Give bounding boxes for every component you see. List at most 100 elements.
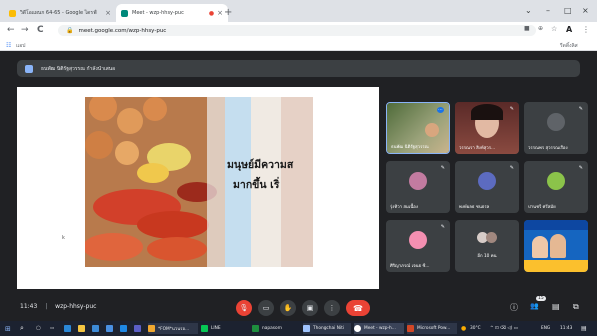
tab-meet[interactable]: Meet - wzp-hhsy-puc ● × <box>116 4 228 22</box>
participant-tile[interactable]: ✎ รุ่งทิวา สมเนื้อง <box>386 161 450 213</box>
apps-grid-icon[interactable]: ☷ <box>6 42 11 49</box>
camera-in-use-icon[interactable]: ■ <box>524 25 530 32</box>
tab-title: Meet - wzp-hhsy-puc <box>132 10 184 16</box>
banner-footer <box>524 260 588 272</box>
cortana-icon[interactable]: ◯ <box>36 323 41 334</box>
more-options-button[interactable]: ⋮ <box>324 300 340 316</box>
slide-line-2: มากขึ้น เริ่ <box>233 179 280 191</box>
chrome-icon <box>354 325 361 332</box>
meeting-info: 11:43 | wzp-hhsy-puc <box>20 303 96 310</box>
mic-off-icon: 🎙 <box>239 304 249 312</box>
minimize-button[interactable]: – <box>546 6 550 15</box>
participant-tile[interactable]: ✎ วรรณรา สิงห์สุวร... <box>455 102 519 154</box>
mic-off-icon: ✎ <box>509 106 514 112</box>
participant-tile[interactable]: ✎ ศิริญาภรณ์ เจนธ ซี... <box>386 220 450 272</box>
apps-label[interactable]: แอป <box>16 42 25 50</box>
weather-icon[interactable]: ● <box>461 323 466 334</box>
mic-off-icon: ✎ <box>509 165 514 171</box>
edge-icon[interactable] <box>64 323 74 334</box>
mic-off-icon: ✎ <box>440 165 445 171</box>
participant-face <box>532 236 548 258</box>
presented-slide: มนุษย์มีความส มากขึ้น เริ่ k <box>17 87 379 289</box>
participant-name: ปานชรี ศรีสมัย <box>528 205 556 210</box>
photos-icon[interactable] <box>120 323 130 334</box>
meeting-time: 11:43 <box>20 303 38 310</box>
new-tab-button[interactable]: + <box>224 7 232 18</box>
folder-icon <box>148 325 155 332</box>
windows-taskbar: ⊞ ⌕ ◯ ▭ *FOM*นวนรอ... LINE napasorn Thon… <box>0 321 597 336</box>
participant-name: พงษ์ผลธ ชนธรล <box>459 205 490 210</box>
taskbar-item[interactable]: Meet - wzp-h... <box>354 323 404 334</box>
recording-dot-icon: ● <box>208 9 215 17</box>
participant-tile[interactable]: ✎ ปานชรี ศรีสมัย <box>524 161 588 213</box>
participant-tile[interactable]: ✎ วรรณพร สุวรรณเรือง <box>524 102 588 154</box>
raise-hand-button[interactable]: ✋ <box>280 300 296 316</box>
system-tray-icons[interactable]: ^ ⊡ ⌫ ◁) ▭ <box>490 323 518 334</box>
chat-icon[interactable]: ▤ <box>552 302 560 311</box>
present-button[interactable]: ▣ <box>302 300 318 316</box>
store-icon[interactable] <box>92 323 102 334</box>
camera-toggle-button[interactable]: ▭ <box>258 300 274 316</box>
address-bar[interactable]: 🔒 meet.google.com/wzp-hhsy-puc <box>58 25 536 36</box>
close-window-button[interactable]: × <box>582 6 589 15</box>
tab-google-drive[interactable]: วิดีโอแผนก 64-65 - Google ไดรฟ์ × <box>4 4 116 22</box>
bookmark-star-icon[interactable]: ☆ <box>551 25 557 33</box>
hand-icon: ✋ <box>283 304 293 312</box>
back-button[interactable]: ← <box>7 25 15 35</box>
activities-icon[interactable]: ⧉ <box>573 302 579 312</box>
taskbar-item-label: *FOM*นวนรอ... <box>158 327 190 332</box>
notification-icon[interactable]: ▤ <box>581 323 587 334</box>
explorer-icon[interactable] <box>78 323 88 334</box>
participant-tile[interactable]: ⋯ ธนพัฒ นิติรัฐสุวรรณ <box>386 102 450 154</box>
taskbar-item[interactable]: *FOM*นวนรอ... <box>148 323 198 334</box>
end-call-button[interactable]: ☎ <box>346 300 370 316</box>
taskbar-item[interactable]: LINE <box>201 323 249 334</box>
search-icon[interactable]: ⌕ <box>20 323 24 334</box>
bookmarks-bar: ☷ แอป รีดดิ้งลิส <box>0 39 597 51</box>
reload-button[interactable]: C <box>37 25 44 35</box>
language-indicator[interactable]: ENG <box>541 323 550 334</box>
more-count-label: อีก 10 คน <box>477 254 497 259</box>
meet-stage: ธนพัฒ นิติรัฐสุวรรณ กำลังนำเสนอ มนุษย์มี… <box>0 51 597 321</box>
start-button[interactable]: ⊞ <box>5 323 11 334</box>
participant-tile[interactable]: ✎ พงษ์ผลธ ชนธรล <box>455 161 519 213</box>
forward-button[interactable]: → <box>21 25 29 35</box>
mail-icon[interactable] <box>106 323 116 334</box>
presenter-text: ธนพัฒ นิติรัฐสุวรรณ กำลังนำเสนอ <box>41 65 116 72</box>
window-icon <box>303 325 310 332</box>
camera-icon: ▭ <box>262 304 270 312</box>
close-icon[interactable]: × <box>217 9 223 17</box>
participant-tile[interactable] <box>524 220 588 272</box>
browser-toolbar: ← → C 🔒 meet.google.com/wzp-hhsy-puc ■ ⊕… <box>0 22 597 39</box>
meeting-details-icon[interactable]: ⓘ <box>510 302 518 313</box>
people-icon[interactable]: 👥 <box>530 302 539 310</box>
lock-icon: 🔒 <box>66 27 74 34</box>
tab-search-icon[interactable]: ⌄ <box>525 6 532 15</box>
screen: วิดีโอแผนก 64-65 - Google ไดรฟ์ × Meet -… <box>0 0 597 336</box>
clock[interactable]: 11:43 <box>560 323 572 334</box>
taskbar-item[interactable]: Thongchai Niti <box>303 323 351 334</box>
teams-icon[interactable] <box>134 323 144 334</box>
taskbar-item-label: Microsoft Pow... <box>417 326 451 331</box>
close-icon[interactable]: × <box>105 9 111 17</box>
participant-name: วรรณพร สุวรรณเรือง <box>528 146 568 151</box>
reading-list-label[interactable]: รีดดิ้งลิส <box>560 42 578 50</box>
meet-controls-bar: 11:43 | wzp-hhsy-puc 🎙 ▭ ✋ ▣ ⋮ ☎ ⓘ 👥 15 … <box>0 294 597 321</box>
task-view-icon[interactable]: ▭ <box>50 323 54 334</box>
taskbar-item[interactable]: Microsoft Pow... <box>407 323 457 334</box>
mic-off-icon: ✎ <box>578 165 583 171</box>
cursor-mark: k <box>62 235 65 241</box>
more-participants-tile[interactable]: อีก 10 คน <box>455 220 519 272</box>
more-icon: ⋮ <box>328 304 336 312</box>
separator: | <box>45 303 48 310</box>
maximize-button[interactable]: □ <box>564 6 572 15</box>
weather-label[interactable]: 30°C <box>470 323 481 334</box>
mic-toggle-button[interactable]: 🎙 <box>236 300 252 316</box>
menu-icon[interactable]: ⋮ <box>582 25 590 34</box>
banner-header <box>524 220 588 230</box>
powerpoint-icon <box>407 325 414 332</box>
profile-icon[interactable]: A <box>566 25 572 34</box>
taskbar-item[interactable]: napasorn <box>252 323 300 334</box>
extension-icon[interactable]: ⊕ <box>538 25 543 32</box>
participant-name: ธนพัฒ นิติรัฐสุวรรณ <box>391 145 429 150</box>
